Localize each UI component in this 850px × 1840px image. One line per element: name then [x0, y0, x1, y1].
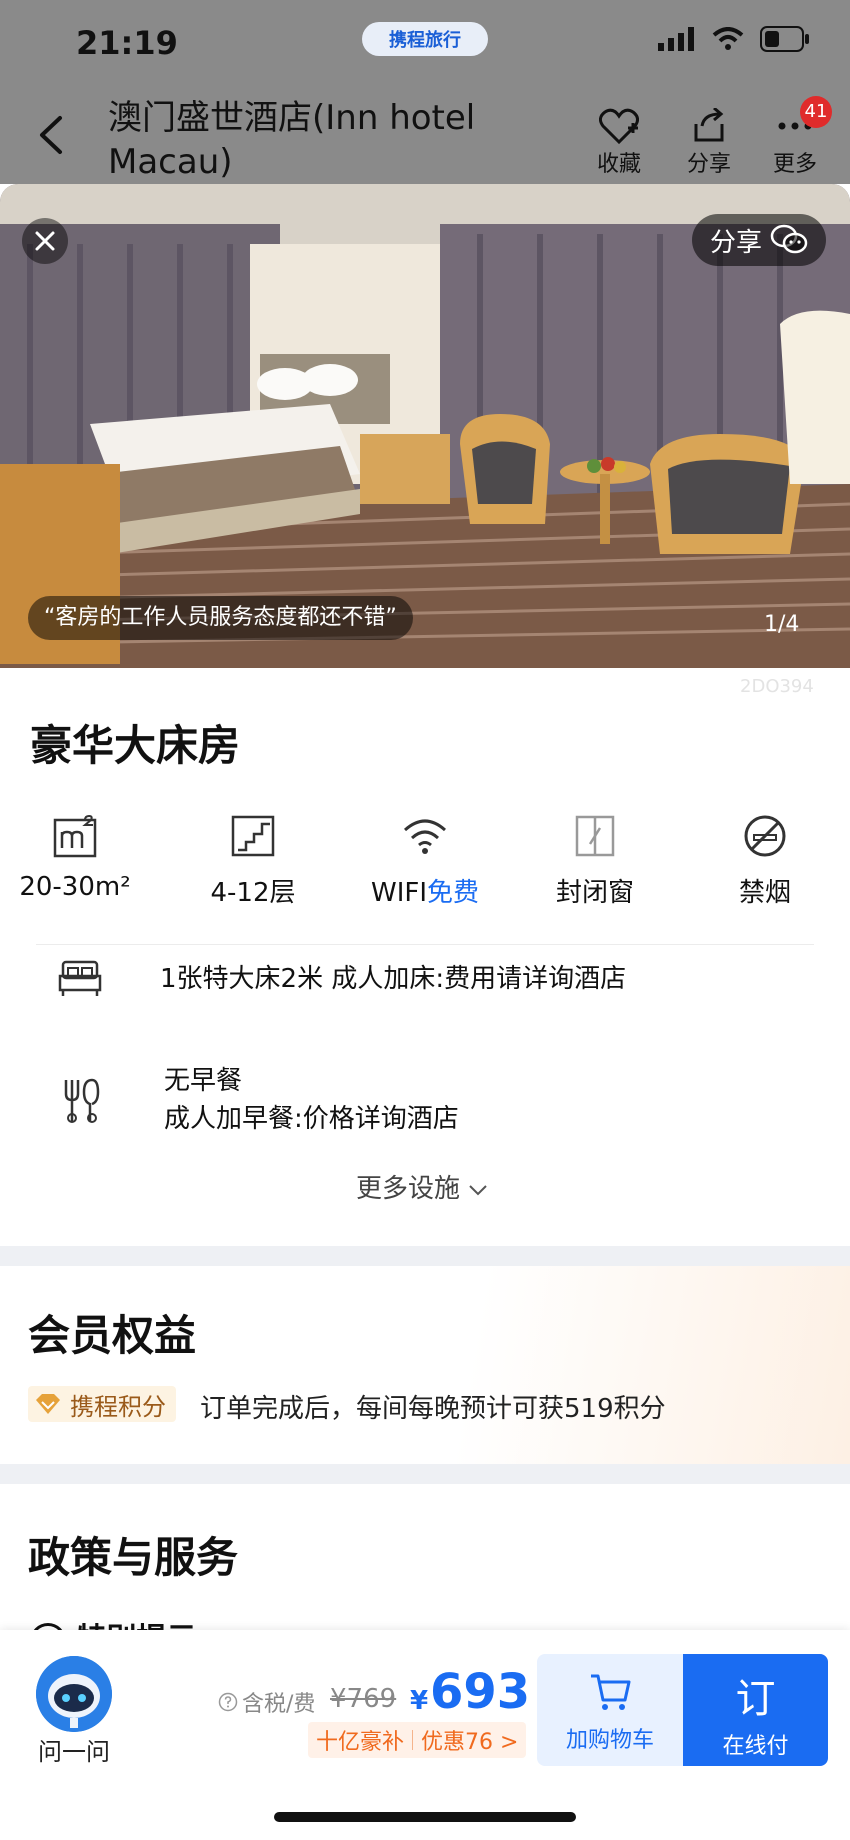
meal-line-1: 无早餐 — [164, 1066, 243, 1096]
window-icon — [575, 815, 615, 857]
member-section — [0, 1266, 850, 1464]
feature-area: 20-30m² — [0, 812, 150, 902]
divider — [36, 944, 814, 945]
no-smoking-icon — [744, 815, 786, 857]
feature-wifi: WIFI免费 — [350, 812, 500, 909]
tax-label: 含税/费 — [242, 1692, 316, 1717]
status-time: 21:19 — [76, 24, 178, 62]
room-title: 豪华大床房 — [30, 721, 241, 770]
promo-tag[interactable]: 十亿豪补 优惠76 > — [308, 1722, 527, 1758]
photo-counter: 1/4 — [764, 612, 800, 637]
feature-no-smoking: 禁烟 — [690, 812, 840, 909]
promo-subsidy: 十亿豪补 — [316, 1730, 405, 1755]
status-icons — [658, 26, 810, 52]
cart-icon — [591, 1674, 631, 1710]
app-pill: 携程旅行 — [362, 22, 488, 56]
photo-share-label: 分享 — [709, 227, 762, 258]
points-text: 订单完成后，每间每晚预计可获519积分 — [200, 1394, 666, 1424]
current-price: 693 — [430, 1664, 531, 1720]
share-label: 分享 — [686, 152, 731, 177]
section-separator — [0, 1246, 850, 1266]
feature-floor: 4-12层 — [178, 812, 328, 909]
wifi-status-icon — [712, 27, 744, 50]
notification-badge: 41 — [800, 96, 832, 128]
close-icon — [35, 231, 55, 251]
points-tag-label: 携程积分 — [70, 1392, 166, 1421]
share-button[interactable]: 分享 — [674, 106, 744, 178]
signal-icon — [658, 27, 694, 51]
wifi-icon — [403, 819, 447, 854]
feature-wifi-free: 免费 — [426, 878, 479, 908]
floor-icon — [231, 815, 275, 857]
photo-code: 2DO394 — [740, 676, 814, 697]
section-separator — [0, 1464, 850, 1484]
member-title: 会员权益 — [28, 1311, 197, 1360]
heart-icon — [599, 108, 639, 144]
robot-icon — [36, 1656, 112, 1732]
currency-symbol: ¥ — [410, 1686, 429, 1716]
photo-share-button[interactable]: 分享 — [692, 214, 826, 266]
share-icon — [694, 108, 724, 142]
favorite-label: 收藏 — [596, 152, 641, 177]
more-facilities-link[interactable]: 更多设施 — [356, 1168, 488, 1205]
more-facilities-label: 更多设施 — [356, 1174, 461, 1204]
wechat-icon — [770, 224, 808, 254]
chevron-down-icon — [469, 1185, 487, 1196]
book-online-button[interactable]: 订 在线付 — [683, 1654, 828, 1766]
feature-wifi-label: WIFI — [370, 878, 427, 908]
more-label: 更多 — [772, 152, 817, 177]
book-label: 在线付 — [722, 1734, 789, 1759]
original-price: ¥769 — [330, 1684, 397, 1714]
feature-window: 封闭窗 — [520, 812, 670, 909]
home-indicator — [274, 1812, 576, 1822]
feature-floor-label: 4-12层 — [210, 878, 296, 908]
feature-window-label: 封闭窗 — [555, 878, 634, 908]
meal-line-2: 成人加早餐:价格详询酒店 — [164, 1104, 459, 1134]
review-quote: “客房的工作人员服务态度都还不错” — [28, 596, 413, 640]
area-icon — [53, 814, 97, 858]
back-icon[interactable] — [30, 112, 76, 158]
meal-icon — [64, 1078, 100, 1123]
bed-info: 1张特大床2米 成人加床:费用请详询酒店 — [160, 964, 627, 994]
points-tag: 携程积分 — [28, 1386, 176, 1422]
cart-label: 加购物车 — [565, 1728, 654, 1753]
bed-icon — [58, 960, 102, 996]
promo-discount: 优惠76 > — [421, 1730, 519, 1755]
favorite-button[interactable]: 收藏 — [584, 106, 654, 178]
hotel-title: 澳门盛世酒店(Inn hotel Macau) — [108, 98, 476, 182]
tax-info[interactable]: 含税/费 — [218, 1686, 315, 1718]
battery-icon — [760, 26, 809, 52]
book-char: 订 — [735, 1676, 776, 1722]
ask-robot-avatar[interactable] — [36, 1656, 112, 1732]
feature-no-smoking-label: 禁烟 — [738, 878, 791, 908]
close-photo-button[interactable] — [22, 218, 68, 264]
add-to-cart-button[interactable]: 加购物车 — [537, 1654, 683, 1766]
question-icon — [218, 1692, 238, 1712]
feature-area-label: 20-30m² — [19, 872, 131, 902]
policy-title: 政策与服务 — [28, 1533, 239, 1582]
ask-label[interactable]: 问一问 — [38, 1732, 110, 1767]
diamond-icon — [36, 1394, 60, 1414]
